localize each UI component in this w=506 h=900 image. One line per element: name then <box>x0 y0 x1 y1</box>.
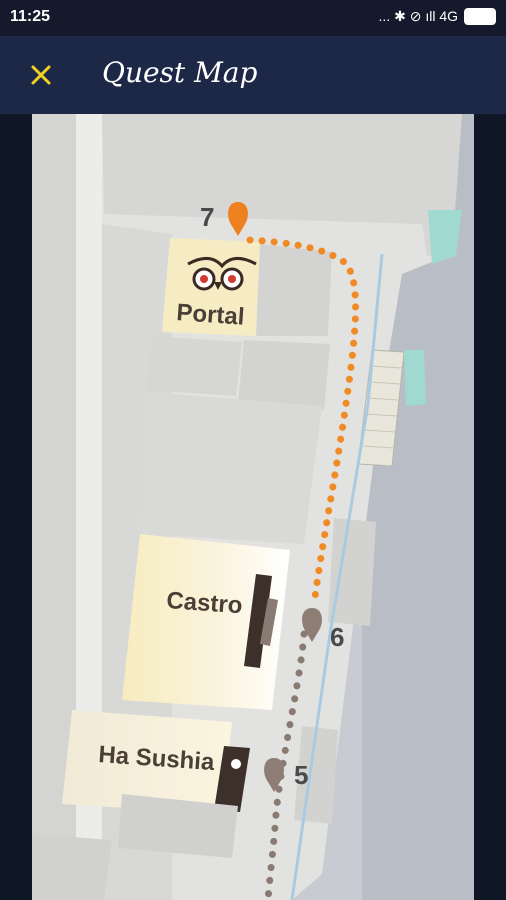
status-icons: ... ✱ ⊘ ıll 4G <box>378 8 458 24</box>
store-label-castro: Castro <box>166 587 244 619</box>
map-margin-left <box>0 114 32 900</box>
status-indicators: ... ✱ ⊘ ıll 4G <box>379 8 496 25</box>
store-block <box>238 340 330 410</box>
exit-marker <box>404 350 426 406</box>
close-icon <box>31 65 51 85</box>
app-bar: Quest Map <box>0 36 506 114</box>
store-block <box>256 244 332 336</box>
page-title: Quest Map <box>102 56 258 89</box>
store-block <box>146 336 242 396</box>
entrance-marker-icon <box>231 759 241 769</box>
pin-label-6: 6 <box>330 622 344 652</box>
pin-label-7: 7 <box>200 202 214 232</box>
quest-map[interactable]: Portal Castro Ha Sushia 7 6 5 <box>32 114 474 900</box>
pin-label-5: 5 <box>294 760 308 790</box>
status-bar: 11:25 ... ✱ ⊘ ıll 4G <box>0 0 506 36</box>
store-block-middle <box>138 392 322 544</box>
map-margin-right <box>474 114 506 900</box>
map-canvas[interactable]: Portal Castro Ha Sushia 7 6 5 <box>32 114 474 900</box>
store-block <box>32 834 112 900</box>
store-label-portal: Portal <box>176 299 246 331</box>
battery-icon <box>464 8 496 25</box>
status-time: 11:25 <box>10 8 51 25</box>
close-button[interactable] <box>24 58 58 92</box>
